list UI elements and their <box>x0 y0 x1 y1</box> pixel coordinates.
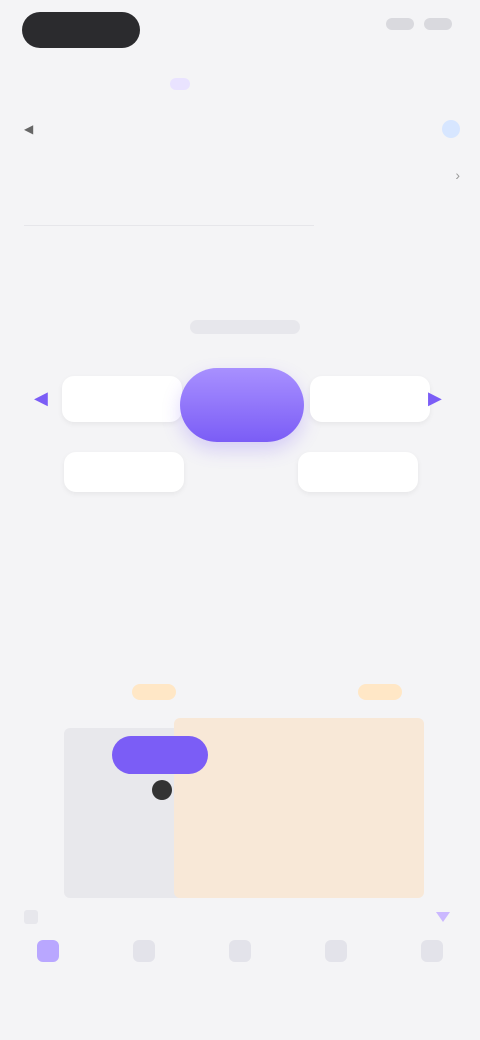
nav-item-3[interactable] <box>210 940 270 1000</box>
tab-2[interactable] <box>170 78 190 90</box>
people-icon <box>133 940 155 962</box>
caret-left-icon: ◀ <box>24 122 34 136</box>
model-left-item[interactable] <box>62 376 182 422</box>
model-caption <box>190 320 300 334</box>
chart-legend <box>24 902 460 932</box>
home-icon <box>37 940 59 962</box>
chat-icon <box>325 940 347 962</box>
nav-item-1[interactable] <box>18 940 78 1000</box>
tab-1[interactable] <box>50 78 70 90</box>
tab-3[interactable] <box>290 78 310 90</box>
model-right-item[interactable] <box>310 376 430 422</box>
chart-tag-right <box>358 684 402 700</box>
tab-4[interactable] <box>410 78 430 90</box>
chart-purple-label <box>112 736 208 774</box>
divider <box>24 225 314 226</box>
legend-left <box>24 910 48 924</box>
legend-right <box>436 912 460 922</box>
sub-row: › <box>24 160 460 190</box>
chart-peach-area <box>174 718 424 898</box>
crumb-row: ◀ <box>24 114 460 144</box>
nav-item-5[interactable] <box>402 940 462 1000</box>
comparison-chart <box>24 670 456 900</box>
chevron-right-icon[interactable]: › <box>455 167 460 183</box>
status-icons <box>386 18 452 30</box>
status-pill <box>22 12 140 48</box>
model-bottom-left[interactable] <box>64 452 184 492</box>
bottom-nav <box>0 940 480 1020</box>
status-bar <box>0 0 480 60</box>
legend-triangle-icon <box>436 912 450 922</box>
battery-icon <box>424 18 452 30</box>
arrow-left-icon[interactable]: ◀ <box>34 388 48 409</box>
nav-item-2[interactable] <box>114 940 174 1000</box>
info-icon[interactable] <box>442 120 460 138</box>
model-bottom-right[interactable] <box>298 452 418 492</box>
legend-square-icon <box>24 910 38 924</box>
chart-tag-left <box>132 684 176 700</box>
chart-marker <box>152 780 172 800</box>
breadcrumb[interactable]: ◀ <box>24 122 41 136</box>
top-tabs <box>0 64 480 104</box>
signal-icon <box>386 18 414 30</box>
profile-icon <box>421 940 443 962</box>
model-center-bubble[interactable] <box>180 368 304 442</box>
nav-item-4[interactable] <box>306 940 366 1000</box>
model-area: ◀ ▶ <box>0 300 480 520</box>
arrow-right-icon[interactable]: ▶ <box>428 388 442 409</box>
grid-icon <box>229 940 251 962</box>
